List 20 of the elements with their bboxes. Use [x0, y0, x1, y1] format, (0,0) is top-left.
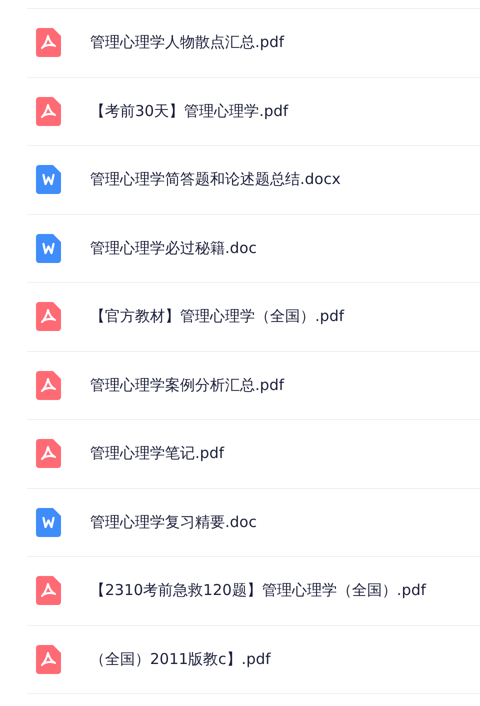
pdf-file-icon: [36, 370, 61, 400]
file-name[interactable]: 管理心理学笔记.pdf: [90, 444, 224, 464]
word-file-icon: [36, 508, 61, 537]
file-name[interactable]: 【官方教材】管理心理学（全国）.pdf: [90, 307, 344, 326]
file-name[interactable]: （全国）2011版教c】.pdf: [90, 650, 271, 669]
file-name[interactable]: 管理心理学人物散点汇总.pdf: [90, 33, 284, 52]
file-name[interactable]: 【考前30天】管理心理学.pdf: [90, 102, 288, 121]
word-file-icon: [36, 165, 61, 194]
pdf-file-icon: [36, 302, 61, 332]
pdf-file-icon: [36, 96, 61, 126]
file-name[interactable]: 管理心理学简答题和论述题总结.docx: [90, 170, 341, 190]
pdf-file-icon: [36, 28, 61, 58]
file-name[interactable]: 管理心理学复习精要.doc: [90, 512, 257, 532]
file-name[interactable]: 【2310考前急救120题】管理心理学（全国）.pdf: [90, 581, 426, 600]
pdf-file-icon: [36, 644, 61, 674]
pdf-file-icon: [36, 439, 61, 468]
file-name[interactable]: 管理心理学必过秘籍.doc: [90, 238, 257, 258]
word-file-icon: [36, 234, 61, 263]
pdf-file-icon: [36, 576, 61, 606]
file-name[interactable]: 管理心理学案例分析汇总.pdf: [90, 376, 284, 395]
